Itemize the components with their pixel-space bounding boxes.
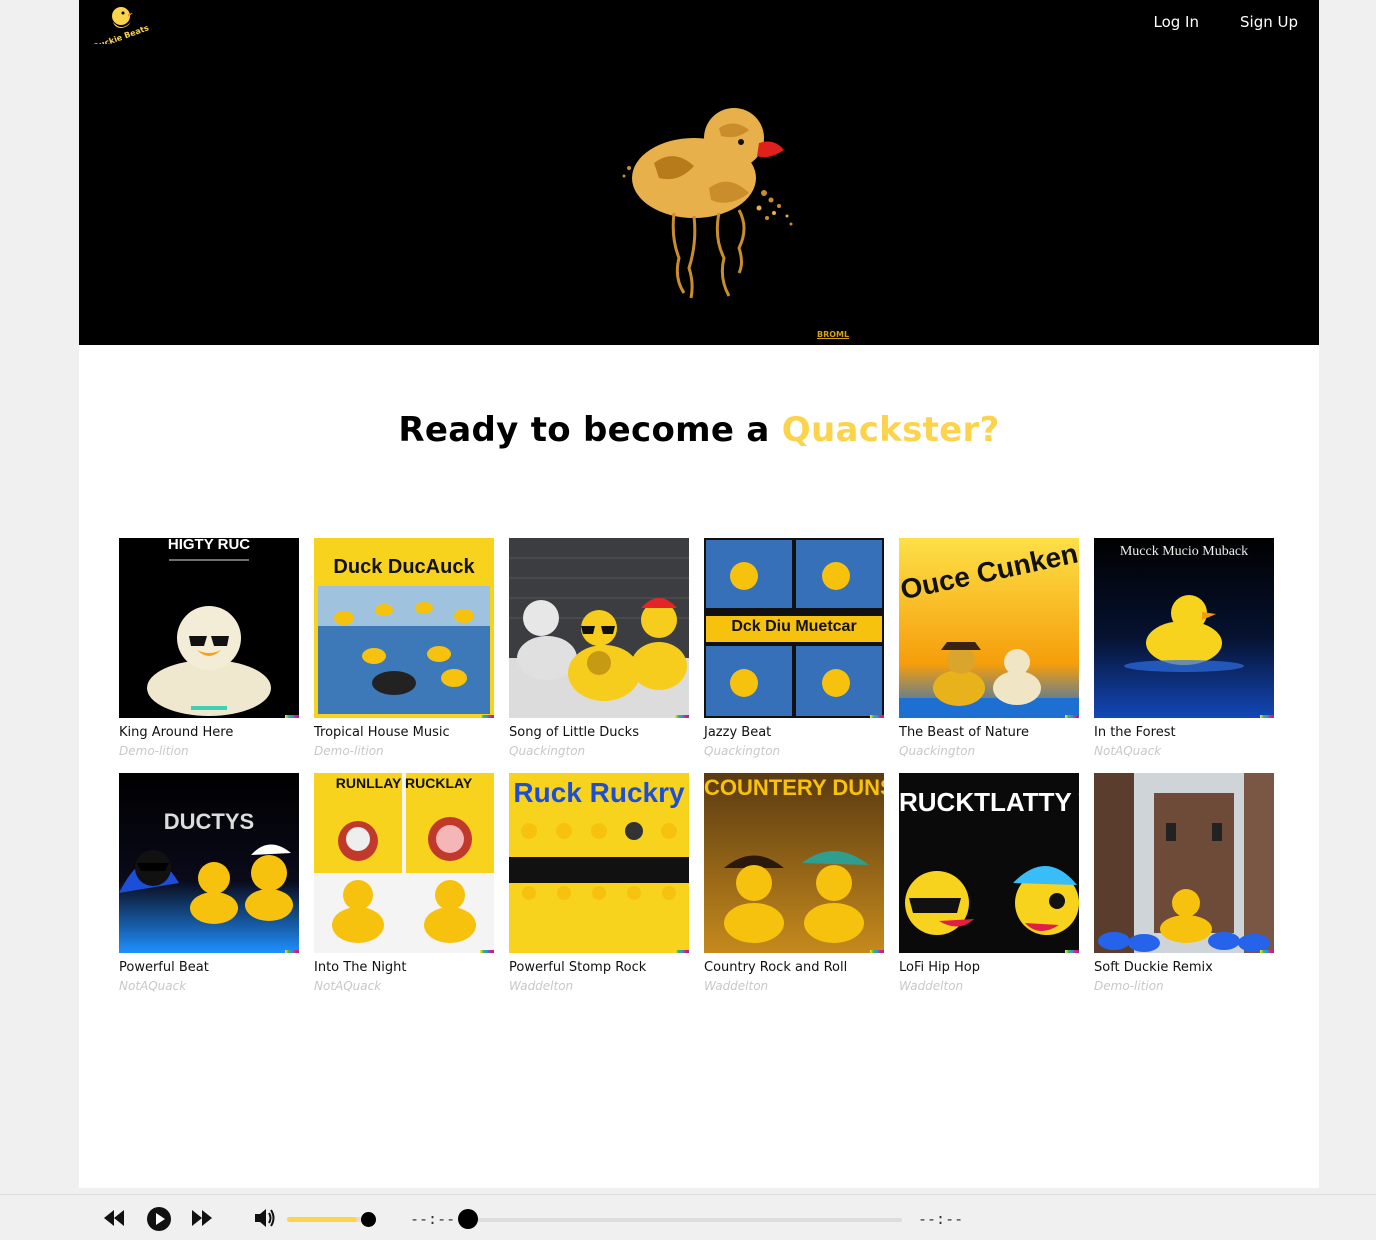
cover-text: RUNLLAY RUCKLAY (335, 775, 473, 791)
album-cover[interactable]: Ruck Ruckry (509, 773, 689, 953)
song-title[interactable]: LoFi Hip Hop (899, 960, 1079, 975)
song-title[interactable]: Country Rock and Roll (704, 960, 884, 975)
song-artist[interactable]: NotAQuack (1094, 744, 1274, 758)
album-cover[interactable]: Duck DucAuck (314, 538, 494, 718)
cover-text: HIGTY RUC (167, 538, 251, 553)
cover-badge (675, 950, 689, 953)
album-cover[interactable]: COUNTERY DUNSERY (704, 773, 884, 953)
cover-badge (1065, 950, 1079, 953)
song-card[interactable]: Mucck Mucio Muback In the Forest NotAQua… (1094, 538, 1274, 758)
song-title[interactable]: Into The Night (314, 960, 494, 975)
song-card[interactable]: DUCTYS Powerful Beat NotAQuack (119, 773, 299, 993)
volume-level (287, 1217, 357, 1222)
logo-text: Duckie Beats (92, 23, 151, 44)
song-card[interactable]: Dck Diu Muetcar Jazzy Beat Quackington (704, 538, 884, 758)
song-title[interactable]: The Beast of Nature (899, 725, 1079, 740)
play-icon[interactable] (147, 1207, 171, 1231)
cover-badge (1065, 715, 1079, 718)
song-card[interactable]: RUNLLAY RUCKLAY Into The Night NotAQuack (314, 773, 494, 993)
cover-text: Mucck Mucio Muback (1119, 544, 1249, 559)
song-card[interactable]: Ruck Ruckry Powerful Stomp Rock Waddelto… (509, 773, 689, 993)
album-cover[interactable]: DUCTYS (119, 773, 299, 953)
song-title[interactable]: Powerful Beat (119, 960, 299, 975)
duckie-beats-logo[interactable]: Duckie Beats (91, 0, 151, 44)
cover-text: DUCTYS (163, 809, 255, 834)
album-cover[interactable]: RUCKTLATTY THA UFK (899, 773, 1079, 953)
song-artist[interactable]: Quackington (704, 744, 884, 758)
album-cover[interactable] (509, 538, 689, 718)
hero-banner: Duckie Beats Log In Sign Up BROML (79, 0, 1319, 345)
cover-badge (1260, 715, 1274, 718)
album-cover[interactable]: Dck Diu Muetcar (704, 538, 884, 718)
song-title[interactable]: Jazzy Beat (704, 725, 884, 740)
song-artist[interactable]: Waddelton (509, 979, 689, 993)
song-card[interactable]: HIGTY RUC King Around Here Demo-lition (119, 538, 299, 758)
song-artist[interactable]: Demo-lition (314, 744, 494, 758)
song-title[interactable]: Powerful Stomp Rock (509, 960, 689, 975)
song-artist[interactable]: Quackington (509, 744, 689, 758)
song-card[interactable]: Duck DucAuck Tropical House Music Demo-l… (314, 538, 494, 758)
song-title[interactable]: Tropical House Music (314, 725, 494, 740)
album-cover[interactable]: RUNLLAY RUCKLAY (314, 773, 494, 953)
song-grid: HIGTY RUC King Around Here Demo-lition D… (119, 538, 1279, 993)
album-cover[interactable] (1094, 773, 1274, 953)
song-artist[interactable]: NotAQuack (314, 979, 494, 993)
cover-badge (870, 950, 884, 953)
album-cover[interactable]: Ouce Cunkenty (899, 538, 1079, 718)
total-time: --:-- (918, 1210, 964, 1228)
cover-text: Duck DucAuck (333, 556, 475, 578)
song-title[interactable]: In the Forest (1094, 725, 1274, 740)
song-card[interactable]: Song of Little Ducks Quackington (509, 538, 689, 758)
login-link[interactable]: Log In (1154, 12, 1200, 32)
seek-bar[interactable] (468, 1218, 902, 1222)
song-artist[interactable]: Demo-lition (119, 744, 299, 758)
top-nav: Log In Sign Up (1154, 12, 1299, 32)
album-cover[interactable]: Mucck Mucio Muback (1094, 538, 1274, 718)
song-artist[interactable]: NotAQuack (119, 979, 299, 993)
page: Duckie Beats Log In Sign Up BROML Ready … (79, 0, 1319, 1188)
cover-badge (285, 950, 299, 953)
volume-handle[interactable] (361, 1212, 376, 1227)
volume-icon[interactable] (254, 1208, 276, 1228)
song-card[interactable]: Ouce Cunkenty The Beast of Nature Quacki… (899, 538, 1079, 758)
song-artist[interactable]: Waddelton (704, 979, 884, 993)
signup-link[interactable]: Sign Up (1240, 12, 1298, 32)
seek-handle[interactable] (458, 1209, 478, 1229)
song-title[interactable]: King Around Here (119, 725, 299, 740)
headline-lead: Ready to become a (398, 410, 782, 450)
headline-accent: Quackster? (781, 410, 1000, 450)
volume-slider[interactable] (287, 1217, 369, 1222)
song-title[interactable]: Song of Little Ducks (509, 725, 689, 740)
page-headline: Ready to become a Quackster? (79, 410, 1319, 450)
song-card[interactable]: RUCKTLATTY THA UFK LoFi Hip Hop Waddelto… (899, 773, 1079, 993)
cover-badge (285, 715, 299, 718)
rewind-icon[interactable] (103, 1210, 125, 1226)
song-artist[interactable]: Waddelton (899, 979, 1079, 993)
cover-text: Dck Diu Muetcar (731, 618, 857, 635)
cover-badge (1260, 950, 1274, 953)
fast-forward-icon[interactable] (191, 1210, 213, 1226)
song-artist[interactable]: Demo-lition (1094, 979, 1274, 993)
artist-signature: BROML (817, 330, 850, 339)
current-time: --:-- (410, 1210, 456, 1228)
audio-player: --:-- --:-- (0, 1194, 1376, 1240)
song-title[interactable]: Soft Duckie Remix (1094, 960, 1274, 975)
cover-text: RUCKTLATTY THA UFK (899, 787, 1079, 817)
cover-badge (480, 950, 494, 953)
cover-badge (870, 715, 884, 718)
cover-text: Ruck Ruckry (513, 777, 685, 808)
song-card[interactable]: COUNTERY DUNSERY Country Rock and Roll W… (704, 773, 884, 993)
hero-duck-illustration (622, 108, 793, 299)
song-artist[interactable]: Quackington (899, 744, 1079, 758)
song-card[interactable]: Soft Duckie Remix Demo-lition (1094, 773, 1274, 993)
cover-badge (675, 715, 689, 718)
cover-text: COUNTERY DUNSERY (704, 775, 884, 800)
cover-badge (480, 715, 494, 718)
album-cover[interactable]: HIGTY RUC (119, 538, 299, 718)
